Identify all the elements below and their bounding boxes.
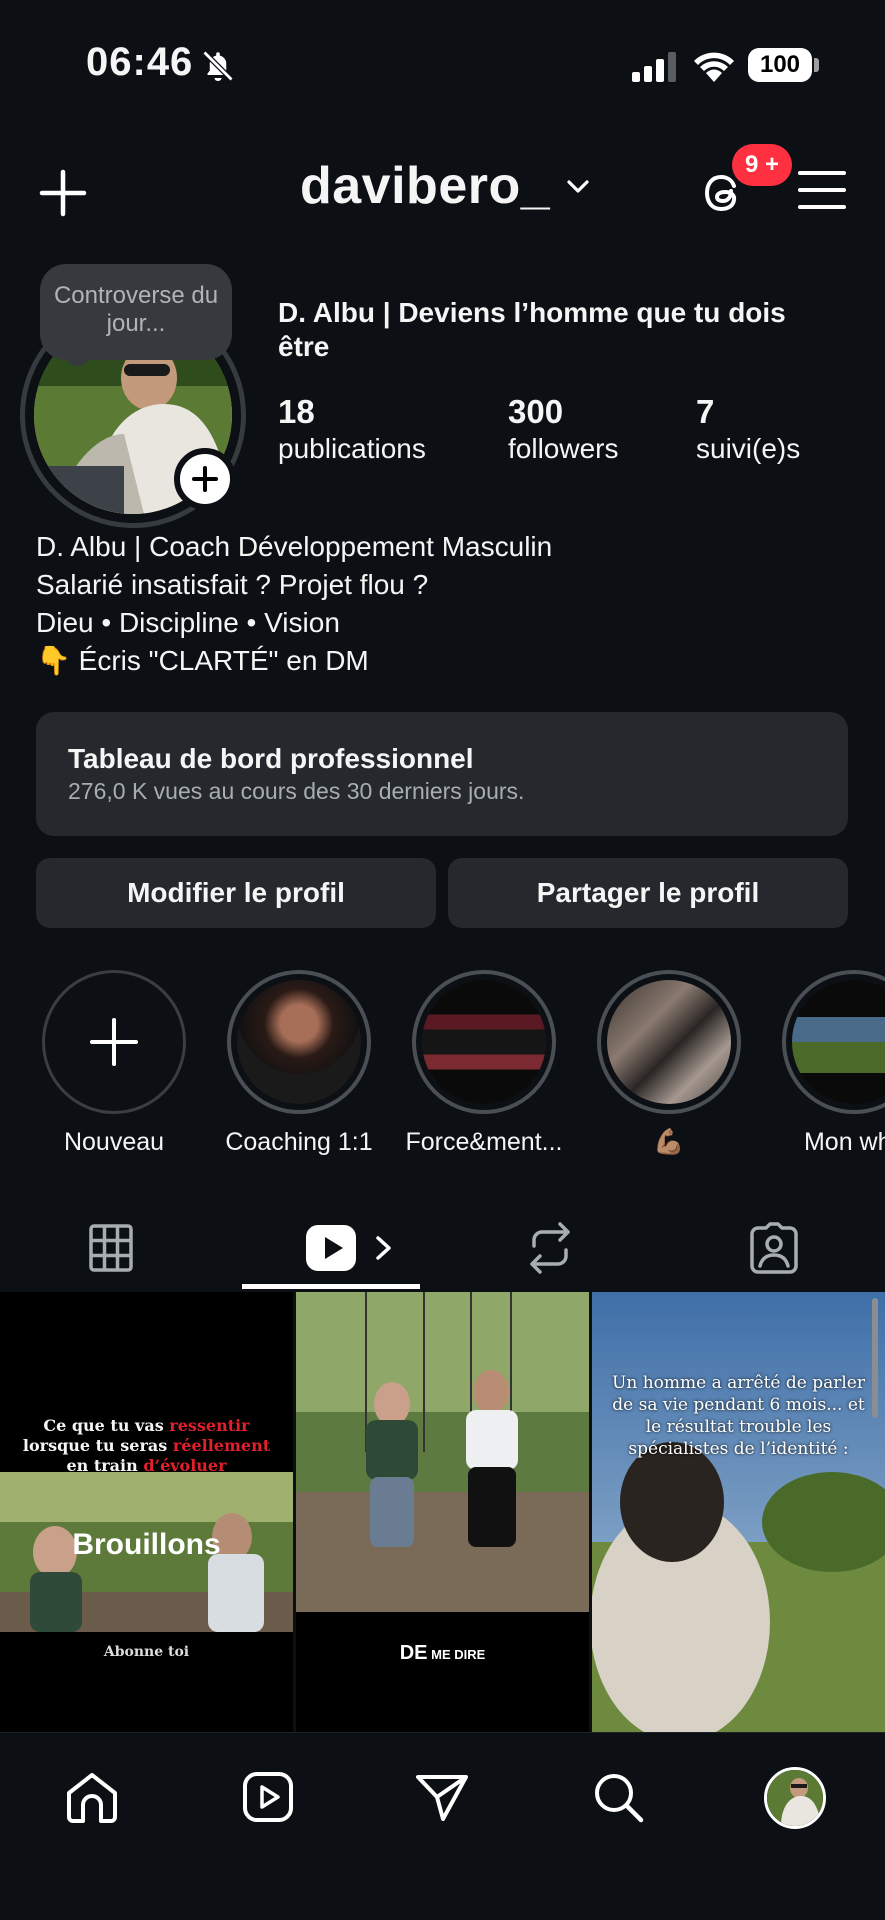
share-profile-button[interactable]: Partager le profil: [448, 858, 848, 928]
caption-part: ressentir: [169, 1416, 250, 1435]
highlight-ring: [782, 970, 885, 1114]
highlight-label: Nouveau: [63, 1128, 165, 1156]
account-switcher[interactable]: davibero_: [300, 156, 592, 216]
stat-label: suivi(e)s: [696, 433, 801, 464]
stat-value: 18: [278, 393, 315, 430]
reel-thumbnail: [592, 1292, 885, 1732]
caption-part: d’évoluer: [143, 1456, 227, 1475]
nav-reels[interactable]: [238, 1767, 298, 1827]
active-tab-indicator: [242, 1284, 420, 1289]
caption-part: Ce que tu vas: [43, 1416, 170, 1435]
highlight-cover: [237, 980, 361, 1104]
highlight-force[interactable]: Force&ment...: [404, 970, 564, 1157]
tagged-person-icon: [750, 1222, 798, 1274]
caption-part: ME DIRE: [427, 1647, 486, 1662]
profile-note-bubble[interactable]: Controverse du jour...: [40, 264, 232, 360]
plus-icon: [90, 1018, 138, 1066]
battery-cap: [814, 58, 819, 72]
highlight-why[interactable]: Mon why: [774, 970, 885, 1157]
dashboard-title: Tableau de bord professionnel: [68, 743, 474, 774]
hamburger-menu-icon[interactable]: [798, 168, 846, 212]
nav-home[interactable]: [62, 1767, 122, 1827]
highlight-ring: [597, 970, 741, 1114]
nav-search[interactable]: [588, 1767, 648, 1827]
bio-line: Dieu • Discipline • Vision: [36, 607, 340, 638]
dashboard-subtitle: 276,0 K vues au cours des 30 derniers jo…: [68, 778, 525, 804]
caption-part: réellement: [172, 1436, 271, 1455]
drafts-tile[interactable]: Ce que tu vas ressentir lorsque tu seras…: [0, 1292, 293, 1732]
reel-caption: DE ME DIRE: [296, 1642, 589, 1665]
caption-part: en train: [66, 1456, 144, 1475]
stat-value: 7: [696, 393, 715, 430]
highlight-cover: [792, 980, 885, 1104]
home-icon: [67, 1773, 117, 1823]
search-icon: [595, 1774, 644, 1823]
edit-profile-button[interactable]: Modifier le profil: [36, 858, 436, 928]
status-bar: 06:46 100: [0, 0, 885, 130]
notifications-badge: 9 +: [732, 144, 792, 186]
cellular-signal-icon: [632, 52, 676, 82]
bio-line: 👇 Écris "CLARTÉ" en DM: [36, 645, 369, 676]
bell-off-icon: [202, 50, 234, 82]
caption-part: DE: [399, 1642, 428, 1664]
drafts-label: Brouillons: [72, 1528, 221, 1561]
stat-following[interactable]: 7 suivi(e)s: [696, 392, 800, 466]
chevron-right-icon: [376, 1236, 391, 1260]
bio-line: Salarié insatisfait ? Projet flou ?: [36, 569, 429, 600]
add-story-button[interactable]: [174, 448, 236, 510]
tab-reels[interactable]: [300, 1206, 400, 1290]
display-name: D. Albu | Deviens l’homme que tu dois êt…: [278, 297, 786, 362]
highlight-ring: [412, 970, 556, 1114]
stat-value: 300: [508, 393, 564, 430]
bio-line: D. Albu | Coach Développement Masculin: [36, 531, 553, 562]
status-time: 06:46: [86, 40, 194, 84]
bottom-navigation: [0, 1732, 885, 1920]
highlight-label: 💪🏽: [653, 1128, 685, 1156]
nav-profile-avatar[interactable]: [764, 1767, 826, 1829]
profile-bio: D. Albu | Coach Développement Masculin S…: [36, 528, 552, 680]
highlight-cover: [422, 980, 546, 1104]
wifi-icon: [694, 52, 734, 82]
caption-part: lorsque tu seras: [22, 1436, 173, 1455]
highlight-muscle[interactable]: 💪🏽: [589, 970, 749, 1157]
stat-label: publications: [278, 433, 426, 464]
highlight-label: Force&ment...: [405, 1128, 563, 1156]
create-plus-icon[interactable]: [38, 168, 88, 218]
draft-footer-text: Abonne toi: [103, 1644, 190, 1660]
highlight-ring: [227, 970, 371, 1114]
avatar-thumbnail: [767, 1770, 823, 1826]
tab-posts-grid[interactable]: [70, 1206, 152, 1290]
highlight-cover: [607, 980, 731, 1104]
stat-label: followers: [508, 433, 619, 464]
profile-content-tabs: [0, 1206, 885, 1290]
chevron-down-icon: [567, 180, 589, 193]
professional-dashboard-card[interactable]: Tableau de bord professionnel 276,0 K vu…: [36, 712, 848, 836]
send-paper-plane-icon: [416, 1775, 468, 1821]
highlight-label: Mon why: [803, 1128, 885, 1156]
reels-play-icon: [306, 1225, 356, 1271]
reels-icon: [243, 1772, 293, 1822]
highlight-new[interactable]: Nouveau: [34, 970, 194, 1157]
profile-header: davibero_ 9 +: [0, 144, 885, 230]
username: davibero_: [300, 157, 551, 215]
reel-tile[interactable]: DE ME DIRE: [296, 1292, 589, 1732]
nav-direct[interactable]: [412, 1767, 472, 1827]
highlight-label: Coaching 1:1: [225, 1128, 373, 1156]
stat-publications[interactable]: 18 publications: [278, 392, 426, 466]
draft-caption: Ce que tu vas ressentir lorsque tu seras…: [10, 1416, 283, 1476]
highlight-coaching[interactable]: Coaching 1:1: [219, 970, 379, 1157]
tab-tagged[interactable]: [742, 1206, 806, 1290]
plus-icon: [192, 466, 218, 492]
highlight-new-ring: [42, 970, 186, 1114]
drafts-thumbnail: [0, 1292, 293, 1732]
grid-icon: [89, 1224, 133, 1272]
battery-indicator: 100: [748, 48, 812, 82]
reel-tile[interactable]: Un homme a arrêté de parler de sa vie pe…: [592, 1292, 885, 1732]
reel-thumbnail: [296, 1292, 589, 1732]
scroll-indicator[interactable]: [872, 1298, 878, 1418]
stat-followers[interactable]: 300 followers: [508, 392, 618, 466]
reel-caption: Un homme a arrêté de parler de sa vie pe…: [612, 1373, 865, 1459]
tab-reposts[interactable]: [520, 1206, 580, 1290]
repost-icon: [530, 1222, 570, 1274]
